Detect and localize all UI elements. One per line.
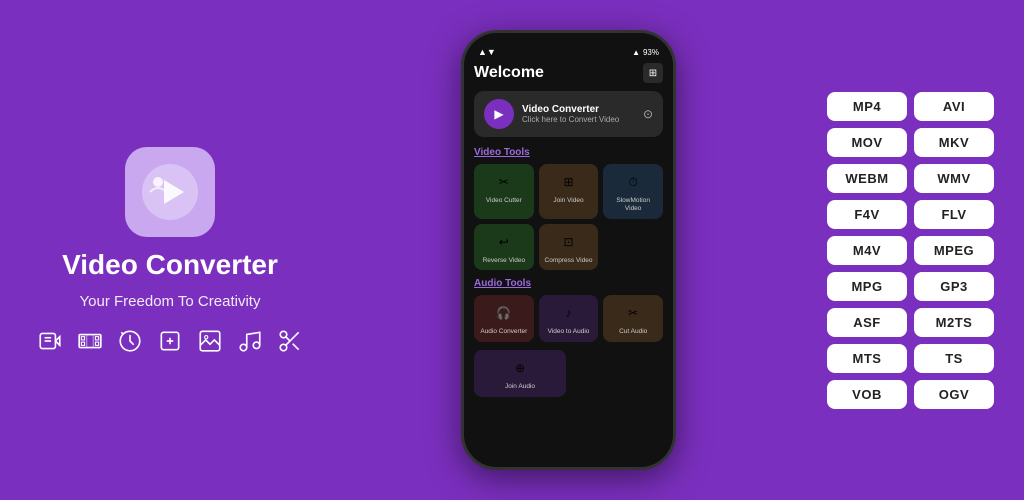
format-badge-avi[interactable]: AVI [914,92,994,121]
join-audio-label: Join Audio [505,383,535,391]
audio-converter-icon: 🎧 [492,301,516,325]
image-tools-icon [197,328,223,354]
wifi-icon: ▲ [632,48,640,57]
slowmotion-icon: ⏱ [621,170,645,194]
video-tools-grid: ✂ Video Cutter ⊞ Join Video ⏱ SlowMotion… [474,164,663,270]
join-video-icon: ⊞ [556,170,580,194]
header-action-icon[interactable]: ⊞ [643,63,663,83]
converter-banner[interactable]: ▶ Video Converter Click here to Convert … [474,91,663,137]
feature-icon-row [37,328,303,354]
audio-converter-label: Audio Converter [480,328,527,336]
format-badge-vob[interactable]: VOB [827,380,907,409]
slowmotion-label: SlowMotion Video [607,197,659,213]
left-section: Video Converter Your Freedom To Creativi… [30,147,310,354]
tool-audio-converter[interactable]: 🎧 Audio Converter [474,295,534,342]
status-bar: ▲▼ ▲ 93% [474,47,663,57]
join-audio-icon: ⊕ [508,356,532,380]
compress-label: Compress Video [545,257,593,265]
format-badge-ogv[interactable]: OGV [914,380,994,409]
tool-compress[interactable]: ⊡ Compress Video [539,224,599,271]
film-strip-icon [77,328,103,354]
join-video-label: Join Video [553,197,583,205]
format-badge-m2ts[interactable]: M2TS [914,308,994,337]
audio-tools-grid: 🎧 Audio Converter ♪ Video to Audio ✂ Cut… [474,295,663,342]
video-tools-icon [37,328,63,354]
video-cutter-label: Video Cutter [486,197,522,205]
compress-icon [157,328,183,354]
format-badge-f4v[interactable]: F4V [827,200,907,229]
music-note-icon [237,328,263,354]
video-to-audio-icon: ♪ [556,301,580,325]
video-cutter-icon: ✂ [492,170,516,194]
battery-text: 93% [643,48,659,57]
format-badge-mpg[interactable]: MPG [827,272,907,301]
slow-motion-icon [117,328,143,354]
phone-mockup-section: ▲▼ ▲ 93% Welcome ⊞ ▶ Video Converter Cli… [461,30,676,470]
format-badge-m4v[interactable]: M4V [827,236,907,265]
tool-video-cutter[interactable]: ✂ Video Cutter [474,164,534,219]
format-badge-asf[interactable]: ASF [827,308,907,337]
format-badge-wmv[interactable]: WMV [914,164,994,193]
format-badge-mpeg[interactable]: MPEG [914,236,994,265]
phone-screen: ▲▼ ▲ 93% Welcome ⊞ ▶ Video Converter Cli… [464,33,673,467]
format-badge-mp4[interactable]: MP4 [827,92,907,121]
tool-slowmotion[interactable]: ⏱ SlowMotion Video [603,164,663,219]
tool-cut-audio[interactable]: ✂ Cut Audio [603,295,663,342]
format-badge-mts[interactable]: MTS [827,344,907,373]
app-title: Video Converter [62,249,278,281]
banner-left: ▶ Video Converter Click here to Convert … [484,99,619,129]
banner-arrow-icon: ⊙ [643,107,653,121]
cut-audio-label: Cut Audio [619,328,647,336]
reverse-icon: ↩ [492,230,516,254]
format-badge-mkv[interactable]: MKV [914,128,994,157]
audio-tools-label: Audio Tools [474,278,663,289]
app-subtitle: Your Freedom To Creativity [80,293,261,310]
phone-notch [539,33,599,43]
status-time: ▲▼ [478,47,496,57]
banner-title: Video Converter [522,104,619,115]
format-badge-webm[interactable]: WEBM [827,164,907,193]
scissors-icon [277,328,303,354]
audio-tools-grid-row2: ⊕ Join Audio [474,350,663,397]
format-badge-gp3[interactable]: GP3 [914,272,994,301]
banner-text: Video Converter Click here to Convert Vi… [522,104,619,124]
format-badge-ts[interactable]: TS [914,344,994,373]
phone-header: Welcome ⊞ [474,63,663,83]
reverse-label: Reverse Video [483,257,526,265]
tool-join-audio[interactable]: ⊕ Join Audio [474,350,566,397]
video-tools-label: Video Tools [474,147,663,158]
phone-device: ▲▼ ▲ 93% Welcome ⊞ ▶ Video Converter Cli… [461,30,676,470]
tool-join-video[interactable]: ⊞ Join Video [539,164,599,219]
format-list: MP4AVIMOVMKVWEBMWMVF4VFLVM4VMPEGMPGGP3AS… [827,92,994,409]
banner-subtitle: Click here to Convert Video [522,115,619,124]
format-badge-flv[interactable]: FLV [914,200,994,229]
tool-reverse[interactable]: ↩ Reverse Video [474,224,534,271]
tool-video-to-audio[interactable]: ♪ Video to Audio [539,295,599,342]
banner-icon: ▶ [484,99,514,129]
status-icons: ▲ 93% [632,48,659,57]
app-icon [125,147,215,237]
compress-tool-icon: ⊡ [556,230,580,254]
video-to-audio-label: Video to Audio [548,328,590,336]
welcome-title: Welcome [474,64,544,82]
format-badge-mov[interactable]: MOV [827,128,907,157]
cut-audio-icon: ✂ [621,301,645,325]
